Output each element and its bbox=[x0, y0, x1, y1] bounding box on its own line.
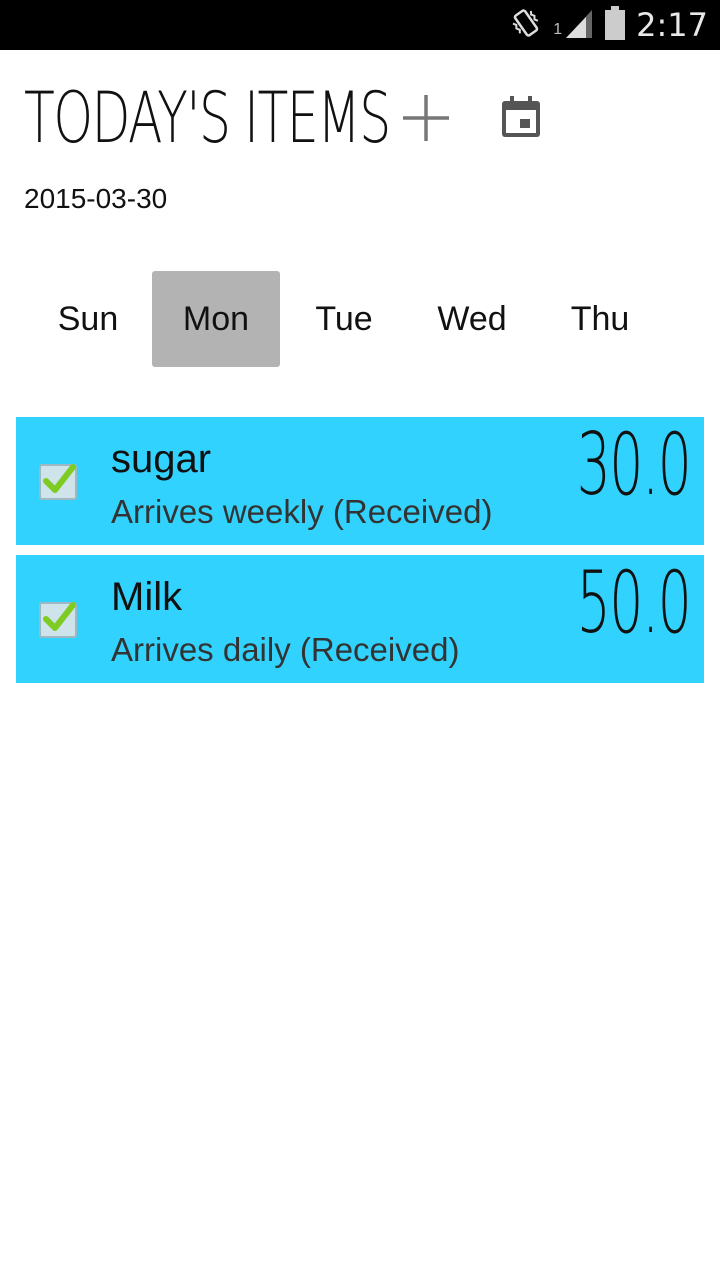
list-item[interactable]: sugar Arrives weekly (Received) 30.0 bbox=[16, 417, 704, 545]
status-icons: 1 2:17 bbox=[509, 0, 708, 50]
day-tab-mon[interactable]: Mon bbox=[152, 271, 280, 367]
list-item[interactable]: Milk Arrives daily (Received) 50.0 bbox=[16, 555, 704, 683]
calendar-icon bbox=[502, 96, 540, 137]
battery-icon bbox=[604, 5, 626, 46]
calendar-button[interactable] bbox=[498, 94, 544, 140]
day-tab-thu[interactable]: Thu bbox=[536, 271, 664, 367]
day-tab-tue[interactable]: Tue bbox=[280, 271, 408, 367]
item-price: 50.0 bbox=[576, 553, 691, 653]
add-button[interactable] bbox=[400, 92, 452, 144]
item-price: 30.0 bbox=[576, 415, 691, 515]
status-bar: 1 2:17 bbox=[0, 0, 720, 50]
item-checkbox[interactable] bbox=[38, 461, 78, 501]
item-name: sugar bbox=[111, 437, 212, 481]
page-title: TODAY'S ITEMS bbox=[24, 77, 391, 159]
day-selector: Sun Mon Tue Wed Thu bbox=[24, 271, 696, 367]
item-subtitle: Arrives weekly (Received) bbox=[111, 493, 493, 530]
item-name: Milk bbox=[111, 575, 183, 619]
item-checkbox[interactable] bbox=[38, 599, 78, 639]
checkmark-icon bbox=[39, 464, 77, 500]
signal-icon bbox=[564, 6, 594, 45]
status-time: 2:17 bbox=[636, 6, 708, 44]
day-tab-wed[interactable]: Wed bbox=[408, 271, 536, 367]
header: TODAY'S ITEMS bbox=[24, 77, 391, 159]
plus-icon bbox=[403, 95, 449, 141]
current-date: 2015-03-30 bbox=[24, 183, 168, 214]
sim-number: 1 bbox=[553, 21, 563, 38]
day-tab-sun[interactable]: Sun bbox=[24, 271, 152, 367]
checkmark-icon bbox=[39, 602, 77, 638]
item-subtitle: Arrives daily (Received) bbox=[111, 631, 460, 668]
vibrate-icon bbox=[509, 6, 543, 45]
